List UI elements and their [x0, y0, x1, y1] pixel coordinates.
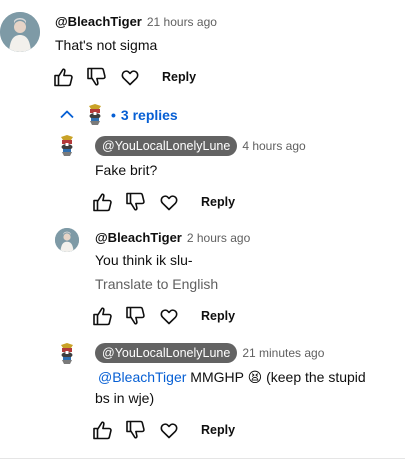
thumbs-down-icon[interactable]	[124, 304, 148, 328]
reply-button[interactable]: Reply	[162, 70, 196, 84]
avatar[interactable]	[0, 12, 40, 52]
comment-author[interactable]: @BleachTiger	[55, 14, 142, 29]
avatar[interactable]	[55, 228, 79, 252]
reply-author[interactable]: @BleachTiger	[95, 230, 182, 245]
avatar-image	[0, 12, 40, 52]
thumbs-down-icon[interactable]	[85, 65, 109, 89]
replies-toggle[interactable]: • 3 replies	[55, 103, 178, 127]
reply-time[interactable]: 4 hours ago	[242, 139, 305, 153]
chevron-up-icon[interactable]	[55, 103, 79, 127]
mention-link[interactable]: @BleachTiger	[98, 369, 186, 385]
reply-button[interactable]: Reply	[201, 195, 235, 209]
reply-time[interactable]: 2 hours ago	[187, 231, 250, 245]
reply-actions: Reply	[91, 190, 235, 214]
reply-text: @BleachTiger MMGHP 😫 (keep the stupid	[98, 369, 366, 386]
heart-icon[interactable]	[157, 190, 181, 214]
author-chip[interactable]: @YouLocalLonelyLune	[95, 343, 238, 363]
reply-header: @YouLocalLonelyLune 21 minutes ago	[95, 343, 324, 363]
reply-header: @YouLocalLonelyLune 4 hours ago	[95, 136, 306, 156]
avatar[interactable]	[57, 134, 77, 158]
avatar-image	[55, 228, 79, 252]
heart-icon[interactable]	[157, 304, 181, 328]
reply-text: You think ik slu-	[95, 252, 193, 268]
avatar[interactable]	[57, 342, 77, 366]
thumbs-down-icon[interactable]	[124, 190, 148, 214]
author-chip[interactable]: @YouLocalLonelyLune	[95, 136, 238, 156]
thumbs-up-icon[interactable]	[91, 190, 115, 214]
reply-button[interactable]: Reply	[201, 423, 235, 437]
comment-actions: Reply	[52, 65, 196, 89]
divider	[0, 458, 405, 459]
reply-text-line1: MMGHP 😫 (keep the stupid	[186, 369, 366, 385]
reply-text: Fake brit?	[95, 162, 158, 178]
replies-count-label[interactable]: 3 replies	[121, 107, 178, 123]
replies-dot: •	[111, 107, 116, 123]
reply-header: @BleachTiger 2 hours ago	[95, 229, 250, 247]
comment-text: That's not sigma	[55, 37, 158, 53]
translate-link[interactable]: Translate to English	[95, 276, 218, 292]
reply-text-line2: bs in wje)	[95, 390, 155, 406]
heart-icon[interactable]	[157, 418, 181, 442]
comment-time[interactable]: 21 hours ago	[147, 15, 217, 29]
heart-icon[interactable]	[118, 65, 142, 89]
avatar	[85, 103, 105, 127]
thumbs-up-icon[interactable]	[52, 65, 76, 89]
thumbs-up-icon[interactable]	[91, 418, 115, 442]
reply-button[interactable]: Reply	[201, 309, 235, 323]
thumbs-up-icon[interactable]	[91, 304, 115, 328]
reply-actions: Reply	[91, 418, 235, 442]
thumbs-down-icon[interactable]	[124, 418, 148, 442]
comment-header: @BleachTiger 21 hours ago	[55, 13, 217, 31]
reply-time[interactable]: 21 minutes ago	[242, 346, 324, 360]
reply-actions: Reply	[91, 304, 235, 328]
